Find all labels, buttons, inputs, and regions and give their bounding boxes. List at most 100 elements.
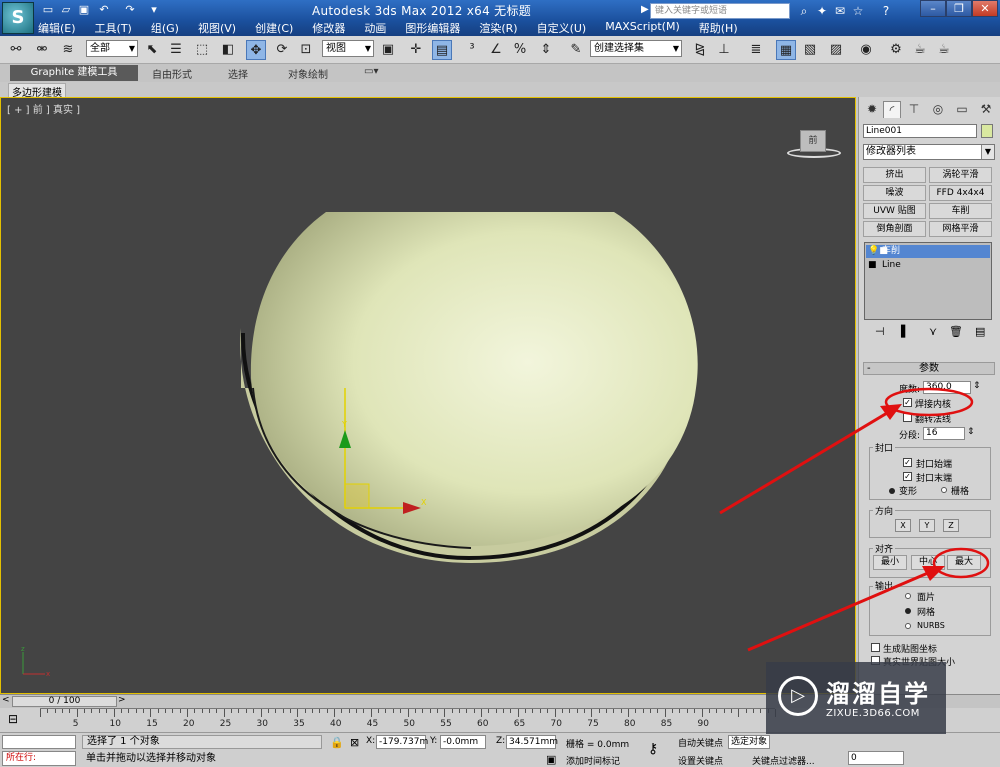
key-icon[interactable]: ⚷ — [648, 741, 658, 757]
graphite-toggle-icon[interactable]: ▦ — [776, 40, 796, 60]
modifier-list-select[interactable]: 修改器列表 ▼ — [863, 144, 995, 160]
tab-object-paint[interactable]: 对象绘制 — [288, 66, 328, 81]
window-crossing-icon[interactable]: ◧ — [218, 40, 238, 60]
cap-start-checkbox[interactable]: ✓ — [903, 458, 912, 467]
tab-freeform[interactable]: 自由形式 — [152, 66, 192, 81]
time-next-icon[interactable]: > — [118, 695, 126, 705]
key-filters-button[interactable]: 关键点过滤器... — [752, 754, 815, 767]
menu-item[interactable]: 渲染(R) — [479, 18, 517, 36]
undo-icon[interactable]: ↶ — [96, 3, 112, 17]
weld-core-checkbox[interactable]: ✓ — [903, 398, 912, 407]
menu-item[interactable]: 帮助(H) — [699, 18, 738, 36]
link-icon[interactable]: ⚯ — [6, 40, 26, 60]
named-selection-select[interactable]: 创建选择集 — [590, 40, 682, 57]
lathe-bowl-object[interactable]: Y X — [231, 208, 711, 568]
menu-item[interactable]: 自定义(U) — [537, 18, 587, 36]
modifier-button-uvw-map[interactable]: UVW 贴图 — [863, 203, 926, 219]
output-mesh-radio[interactable] — [905, 608, 911, 614]
new-file-icon[interactable]: ▭ — [40, 3, 56, 17]
lock-icon[interactable]: 🔒 — [330, 736, 344, 749]
absolute-mode-icon[interactable]: ⊠ — [350, 736, 359, 749]
expand-icon[interactable]: ■ — [868, 259, 877, 272]
close-button[interactable]: ✕ — [972, 0, 998, 17]
align-max-button[interactable]: 最大 — [947, 555, 981, 570]
create-tab-icon[interactable]: ✹ — [863, 101, 881, 118]
keyboard-shortcut-override-icon[interactable]: ▤ — [432, 40, 452, 60]
layer-manager-icon[interactable]: ≣ — [746, 40, 766, 60]
object-name-field[interactable]: Line001 — [863, 124, 977, 138]
stack-item-lathe[interactable]: 💡■ 车削 — [866, 245, 990, 258]
object-color-swatch[interactable] — [981, 124, 993, 138]
manipulate-icon[interactable]: ✛ — [406, 40, 426, 60]
modifier-button-extrude[interactable]: 挤出 — [863, 167, 926, 183]
help-icon[interactable]: ? — [878, 3, 894, 19]
direction-x-button[interactable]: X — [895, 519, 911, 532]
chevron-down-icon[interactable]: ▼ — [981, 145, 994, 159]
rect-selection-icon[interactable]: ⬚ — [192, 40, 212, 60]
add-time-tag-button[interactable]: 添加时间标记 — [566, 754, 620, 767]
bind-space-warp-icon[interactable]: ≋ — [58, 40, 78, 60]
spinner-arrows-icon[interactable]: ⇕ — [967, 427, 975, 437]
menu-item[interactable]: 编辑(E) — [38, 18, 76, 36]
render-setup-icon[interactable]: ⚙ — [886, 40, 906, 60]
direction-y-button[interactable]: Y — [919, 519, 935, 532]
render-production-icon[interactable]: ☕ — [934, 40, 954, 60]
unlink-icon[interactable]: ⚮ — [32, 40, 52, 60]
hierarchy-tab-icon[interactable]: ⊤ — [905, 101, 923, 118]
modifier-button-bevel-profile[interactable]: 倒角剖面 — [863, 221, 926, 237]
z-coord-field[interactable]: 34.571mm — [506, 735, 558, 749]
menu-item[interactable]: 创建(C) — [255, 18, 293, 36]
modifier-button-lathe[interactable]: 车削 — [929, 203, 992, 219]
tab-selection[interactable]: 选择 — [228, 66, 248, 81]
binoculars-icon[interactable]: ⌕ — [796, 3, 812, 19]
front-viewport[interactable]: [ + ] 前 ] 真实 ] 前 Y X z x — [0, 97, 856, 694]
maxscript-mini-listener[interactable]: 所在行: — [2, 751, 76, 766]
viewport-label[interactable]: [ + ] 前 ] 真实 ] — [7, 101, 80, 116]
viewcube[interactable]: 前 — [785, 124, 843, 164]
spinner-arrows-icon[interactable]: ⇕ — [973, 381, 981, 391]
ribbon-options-icon[interactable]: ▭▾ — [364, 66, 378, 77]
menu-item[interactable]: 组(G) — [151, 18, 179, 36]
pivot-center-icon[interactable]: ▣ — [378, 40, 398, 60]
subscription-icon[interactable]: ✦ — [814, 3, 830, 19]
open-file-icon[interactable]: ▱ — [58, 3, 74, 17]
flip-normals-checkbox[interactable] — [903, 413, 912, 422]
rendered-frame-icon[interactable]: ☕ — [910, 40, 930, 60]
select-and-rotate-icon[interactable]: ⟳ — [272, 40, 292, 60]
quick-access-dropdown-icon[interactable]: ▾ — [146, 3, 162, 17]
select-by-name-icon[interactable]: ☰ — [166, 40, 186, 60]
menu-item[interactable]: 工具(T) — [95, 18, 132, 36]
curve-editor-icon[interactable]: ▧ — [800, 40, 820, 60]
maxscript-listener-input[interactable] — [2, 735, 76, 749]
pin-stack-icon[interactable]: ⊣ — [875, 325, 885, 338]
menu-item[interactable]: MAXScript(M) — [605, 18, 680, 36]
display-tab-icon[interactable]: ▭ — [953, 101, 971, 118]
spinner-snap-icon[interactable]: ⇕ — [536, 40, 556, 60]
direction-z-button[interactable]: Z — [943, 519, 959, 532]
remove-modifier-icon[interactable]: 🗑 — [949, 325, 963, 338]
app-logo-icon[interactable]: S — [2, 2, 34, 34]
lightbulb-icon[interactable]: 💡■ — [868, 245, 888, 258]
show-end-result-icon[interactable]: ▌ — [901, 325, 909, 338]
time-tag-icon[interactable]: ▣ — [546, 753, 556, 766]
select-and-move-icon[interactable]: ✥ — [246, 40, 266, 60]
current-frame-field[interactable]: 0 — [848, 751, 904, 765]
gen-map-coords-checkbox[interactable] — [871, 643, 880, 652]
make-unique-icon[interactable]: ⋎ — [929, 325, 937, 338]
parameters-rollout-header[interactable]: - 参数 — [863, 362, 995, 375]
angle-snap-icon[interactable]: ∠ — [486, 40, 506, 60]
material-editor-icon[interactable]: ◉ — [856, 40, 876, 60]
selection-filter-select[interactable]: 全部 — [86, 40, 138, 57]
tab-graphite[interactable]: Graphite 建模工具 — [10, 65, 138, 81]
stack-item-line[interactable]: ■ Line — [866, 259, 990, 272]
time-prev-icon[interactable]: < — [2, 695, 10, 705]
collapse-icon[interactable]: - — [867, 363, 871, 374]
align-min-button[interactable]: 最小 — [873, 555, 907, 570]
favorites-star-icon[interactable]: ☆ — [850, 3, 866, 19]
x-coord-field[interactable]: -179.737m — [376, 735, 428, 749]
align-icon[interactable]: ⊥ — [714, 40, 734, 60]
grid-radio[interactable] — [941, 487, 947, 493]
configure-modifier-sets-icon[interactable]: ▤ — [975, 325, 985, 338]
communication-icon[interactable]: ✉ — [832, 3, 848, 19]
menu-item[interactable]: 图形编辑器 — [405, 18, 460, 36]
